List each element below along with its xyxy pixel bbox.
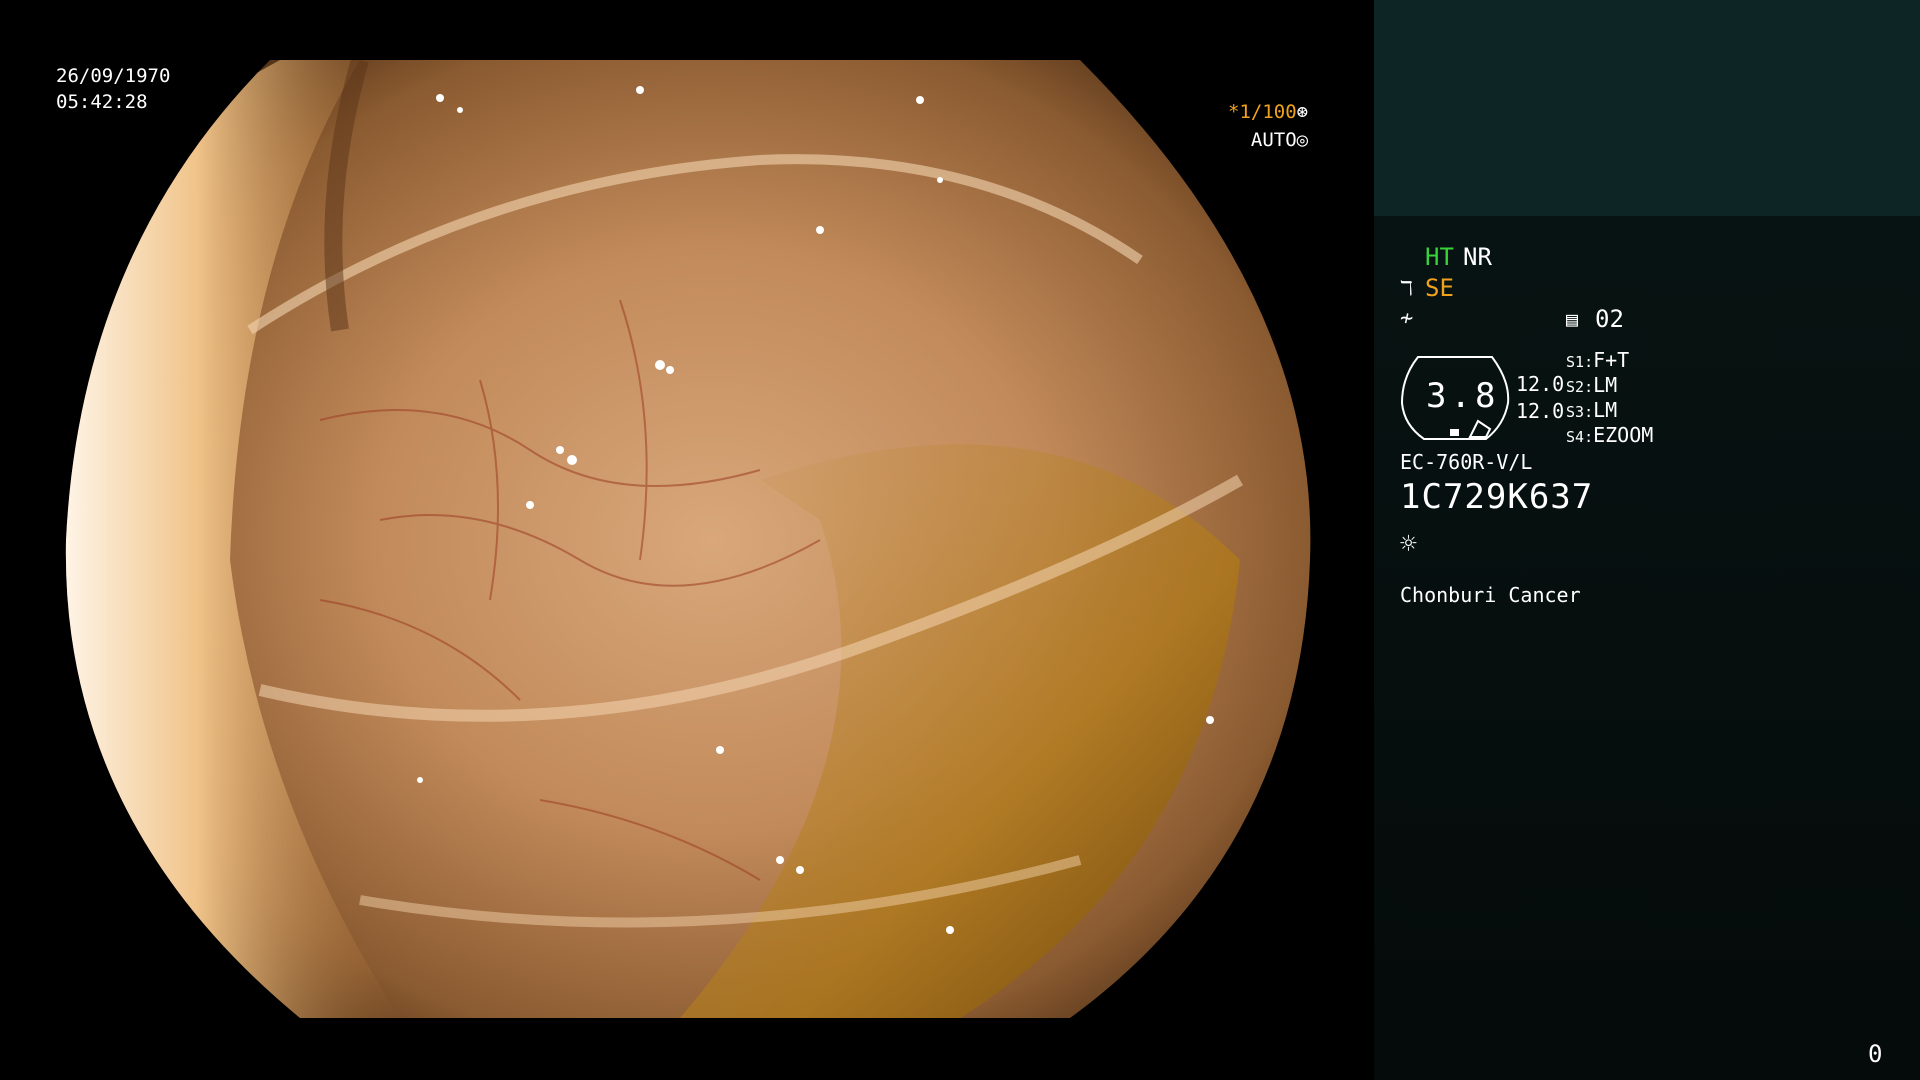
aperture-icon: ⊛ [1296,101,1309,123]
switch-value: F+T [1593,348,1630,372]
exposure-info: *1/100⊛ AUTO◎ [1228,98,1308,154]
time-text: 05:42:28 [56,91,148,113]
switch-value: LM [1593,398,1618,422]
magnification-value: 3.8 [1426,376,1500,416]
flash-icon: ≁ [1400,306,1414,331]
shutter-speed: *1/100 [1228,101,1297,123]
iris-icon: ◎ [1296,129,1309,151]
info-panel [1374,216,1920,1080]
switch-key: S4 [1566,428,1585,446]
endoscope-viewport: 26/09/1970 05:42:28 *1/100⊛ AUTO◎ [0,0,1374,1080]
panel-header [1374,0,1920,216]
date-text: 26/09/1970 [56,65,171,87]
record-count: 02 [1595,305,1624,333]
mag-value-b: 12.0 [1516,399,1565,423]
ht-indicator: HT [1425,243,1454,271]
switch-key: S3 [1566,403,1585,421]
institution-name: Chonburi Cancer [1400,583,1581,607]
timestamp: 26/09/1970 05:42:28 [56,63,170,115]
storage-icon: ▤ [1566,307,1579,331]
sun-icon: ☼ [1400,527,1417,560]
switch-value: EZOOM [1593,423,1654,447]
switch-key: S2 [1566,378,1585,396]
iris-mode: AUTO [1250,129,1297,151]
mag-value-a: 12.0 [1516,372,1565,396]
nr-indicator: NR [1463,243,1492,271]
se-indicator: SE [1425,274,1454,302]
scope-model: EC-760R-V/L [1400,450,1533,474]
endoscopic-image [65,60,1311,1018]
scope-icon: ℸ [1400,276,1413,300]
switch-value: LM [1593,373,1618,397]
image-counter: 0 [1868,1040,1883,1068]
scope-serial: 1C729K637 [1400,477,1594,517]
switch-s4: S4:EZOOM [1566,423,1654,447]
switch-key: S1 [1566,353,1585,371]
